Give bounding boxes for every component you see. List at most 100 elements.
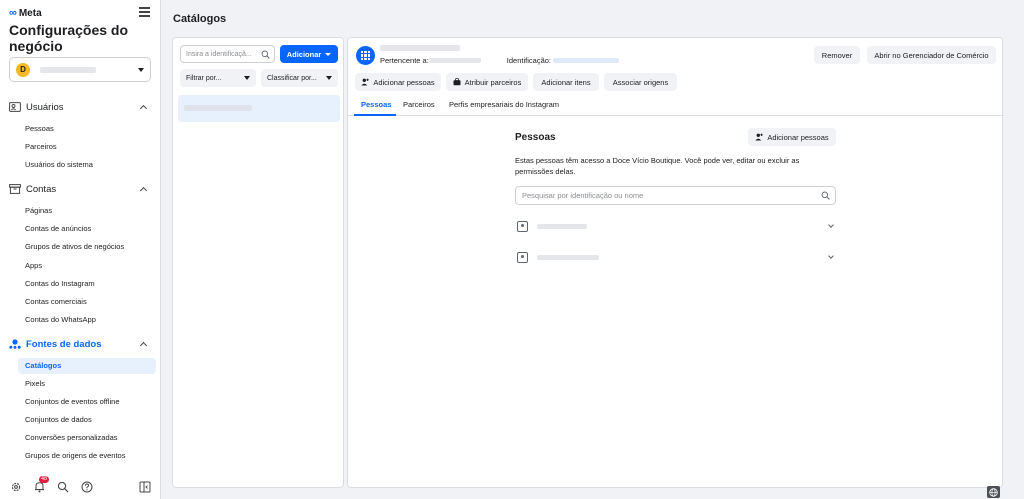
sidebar-item-instagram-accounts[interactable]: Contas do Instagram bbox=[25, 279, 95, 289]
add-people-button[interactable]: Adicionar pessoas bbox=[355, 73, 441, 91]
catalog-name-redacted bbox=[184, 105, 252, 111]
sidebar-item-ad-accounts[interactable]: Contas de anúncios bbox=[25, 224, 91, 234]
assign-partners-button[interactable]: Atribuir parceiros bbox=[446, 73, 528, 91]
section-data-sources[interactable]: Fontes de dados bbox=[9, 337, 151, 351]
sidebar: ∞ Meta Configurações do negócio D Usuári… bbox=[0, 0, 161, 499]
search-icon[interactable] bbox=[56, 480, 69, 493]
associate-sources-button[interactable]: Associar origens bbox=[604, 73, 677, 91]
data-sources-icon bbox=[9, 339, 21, 349]
section-accounts-label: Contas bbox=[26, 183, 57, 195]
search-icon bbox=[821, 191, 830, 200]
sidebar-item-system-users[interactable]: Usuários do sistema bbox=[25, 160, 93, 170]
business-name-redacted bbox=[40, 66, 96, 73]
person-row[interactable] bbox=[515, 250, 836, 266]
people-description: Estas pessoas têm acesso a Doce Vício Bo… bbox=[515, 156, 800, 176]
detail-tabs: Pessoas Parceiros Perfis empresariais do… bbox=[348, 98, 1004, 116]
catalog-search-input[interactable]: Insira a identificaçã... bbox=[180, 45, 275, 63]
add-catalog-label: Adicionar bbox=[286, 49, 322, 59]
catalog-list-panel: Insira a identificaçã... Adicionar Filtr… bbox=[172, 37, 344, 488]
meta-logo[interactable]: ∞ Meta bbox=[9, 7, 42, 19]
chevron-down-icon bbox=[828, 222, 834, 228]
app-title: Configurações do negócio bbox=[9, 22, 129, 54]
sidebar-item-whatsapp-accounts[interactable]: Contas do WhatsApp bbox=[25, 315, 96, 325]
sidebar-item-catalogs[interactable]: Catálogos bbox=[18, 358, 156, 374]
chevron-down-icon bbox=[326, 76, 332, 80]
globe-icon[interactable] bbox=[987, 486, 1000, 498]
people-search-input[interactable]: Pesquisar por identificação ou nome bbox=[515, 186, 836, 205]
add-items-button[interactable]: Adicionar itens bbox=[533, 73, 599, 91]
id-redacted bbox=[553, 58, 619, 63]
people-search-placeholder: Pesquisar por identificação ou nome bbox=[522, 191, 644, 200]
business-selector[interactable]: D bbox=[9, 57, 151, 82]
chevron-down-icon bbox=[244, 76, 250, 80]
catalog-name-redacted bbox=[380, 45, 460, 51]
add-person-icon bbox=[755, 133, 764, 141]
sidebar-item-pages[interactable]: Páginas bbox=[25, 206, 52, 216]
person-name-redacted bbox=[537, 224, 587, 229]
sidebar-item-custom-conversions[interactable]: Conversões personalizadas bbox=[25, 433, 118, 443]
business-avatar: D bbox=[16, 62, 30, 77]
id-label: Identificação: bbox=[506, 56, 551, 65]
sidebar-footer: 48 bbox=[0, 476, 161, 495]
chevron-up-icon bbox=[139, 186, 148, 195]
remove-button[interactable]: Remover bbox=[814, 46, 860, 64]
add-people-section-label: Adicionar pessoas bbox=[767, 132, 829, 142]
catalog-search-placeholder: Insira a identificaçã... bbox=[186, 50, 252, 58]
sidebar-item-pixels[interactable]: Pixels bbox=[25, 379, 45, 389]
sidebar-item-apps[interactable]: Apps bbox=[25, 261, 42, 271]
archive-icon bbox=[9, 184, 21, 194]
person-icon bbox=[517, 221, 528, 232]
gear-icon[interactable] bbox=[9, 480, 22, 493]
person-row[interactable] bbox=[515, 219, 836, 235]
person-name-redacted bbox=[537, 255, 599, 260]
search-icon bbox=[261, 50, 270, 59]
add-people-section-button[interactable]: Adicionar pessoas bbox=[748, 128, 836, 146]
sidebar-item-offline-event-sets[interactable]: Conjuntos de eventos offline bbox=[25, 397, 120, 407]
sort-by-button[interactable]: Classificar por... bbox=[261, 69, 338, 87]
catalog-list-item[interactable] bbox=[178, 95, 340, 122]
assign-partners-label: Atribuir parceiros bbox=[464, 77, 522, 87]
sidebar-item-partners[interactable]: Parceiros bbox=[25, 142, 57, 152]
briefcase-icon bbox=[453, 78, 461, 86]
tab-people[interactable]: Pessoas bbox=[361, 100, 391, 109]
section-accounts[interactable]: Contas bbox=[9, 182, 151, 196]
owner-redacted bbox=[428, 58, 481, 63]
people-section-title: Pessoas bbox=[515, 132, 556, 143]
add-catalog-button[interactable]: Adicionar bbox=[280, 45, 338, 63]
add-person-icon bbox=[361, 78, 370, 86]
catalog-meta: Pertencente a: Identificação: bbox=[380, 56, 619, 65]
section-users-label: Usuários bbox=[26, 101, 64, 113]
meta-logo-text: Meta bbox=[18, 7, 42, 19]
catalog-detail-panel: Pertencente a: Identificação: Remover Ab… bbox=[347, 37, 1004, 488]
sidebar-item-asset-groups[interactable]: Grupos de ativos de negócios bbox=[25, 242, 124, 252]
open-commerce-manager-button[interactable]: Abrir no Gerenciador de Comércio bbox=[867, 46, 996, 64]
person-icon bbox=[517, 252, 528, 263]
meta-logo-icon: ∞ bbox=[9, 7, 17, 19]
chevron-down-icon bbox=[828, 253, 834, 259]
page-title: Catálogos bbox=[173, 13, 227, 25]
section-users[interactable]: Usuários bbox=[9, 100, 151, 114]
active-tab-indicator bbox=[354, 114, 396, 116]
chevron-down-icon bbox=[138, 67, 144, 72]
owner-label: Pertencente a: bbox=[380, 56, 429, 65]
chevron-down-icon bbox=[325, 52, 332, 56]
filter-by-button[interactable]: Filtrar por... bbox=[180, 69, 256, 87]
filter-by-label: Filtrar por... bbox=[186, 74, 222, 82]
tab-instagram-profiles[interactable]: Perfis empresariais do Instagram bbox=[449, 100, 559, 109]
catalog-grid-icon bbox=[356, 46, 375, 65]
help-icon[interactable] bbox=[80, 480, 93, 493]
sidebar-item-datasets[interactable]: Conjuntos de dados bbox=[25, 415, 92, 425]
add-people-label: Adicionar pessoas bbox=[373, 77, 435, 87]
sidebar-item-event-source-groups[interactable]: Grupos de origens de eventos bbox=[25, 451, 125, 461]
section-data-sources-label: Fontes de dados bbox=[26, 338, 102, 350]
menu-icon[interactable] bbox=[139, 7, 150, 17]
users-icon bbox=[9, 102, 21, 112]
sort-by-label: Classificar por... bbox=[267, 74, 317, 82]
sidebar-item-business-accounts[interactable]: Contas comerciais bbox=[25, 297, 87, 307]
chevron-up-icon bbox=[139, 341, 148, 350]
notification-badge: 48 bbox=[39, 476, 50, 483]
sidebar-item-people[interactable]: Pessoas bbox=[25, 124, 54, 134]
tab-partners[interactable]: Parceiros bbox=[403, 100, 435, 109]
chevron-up-icon bbox=[139, 104, 148, 113]
collapse-sidebar-icon[interactable] bbox=[138, 480, 151, 493]
